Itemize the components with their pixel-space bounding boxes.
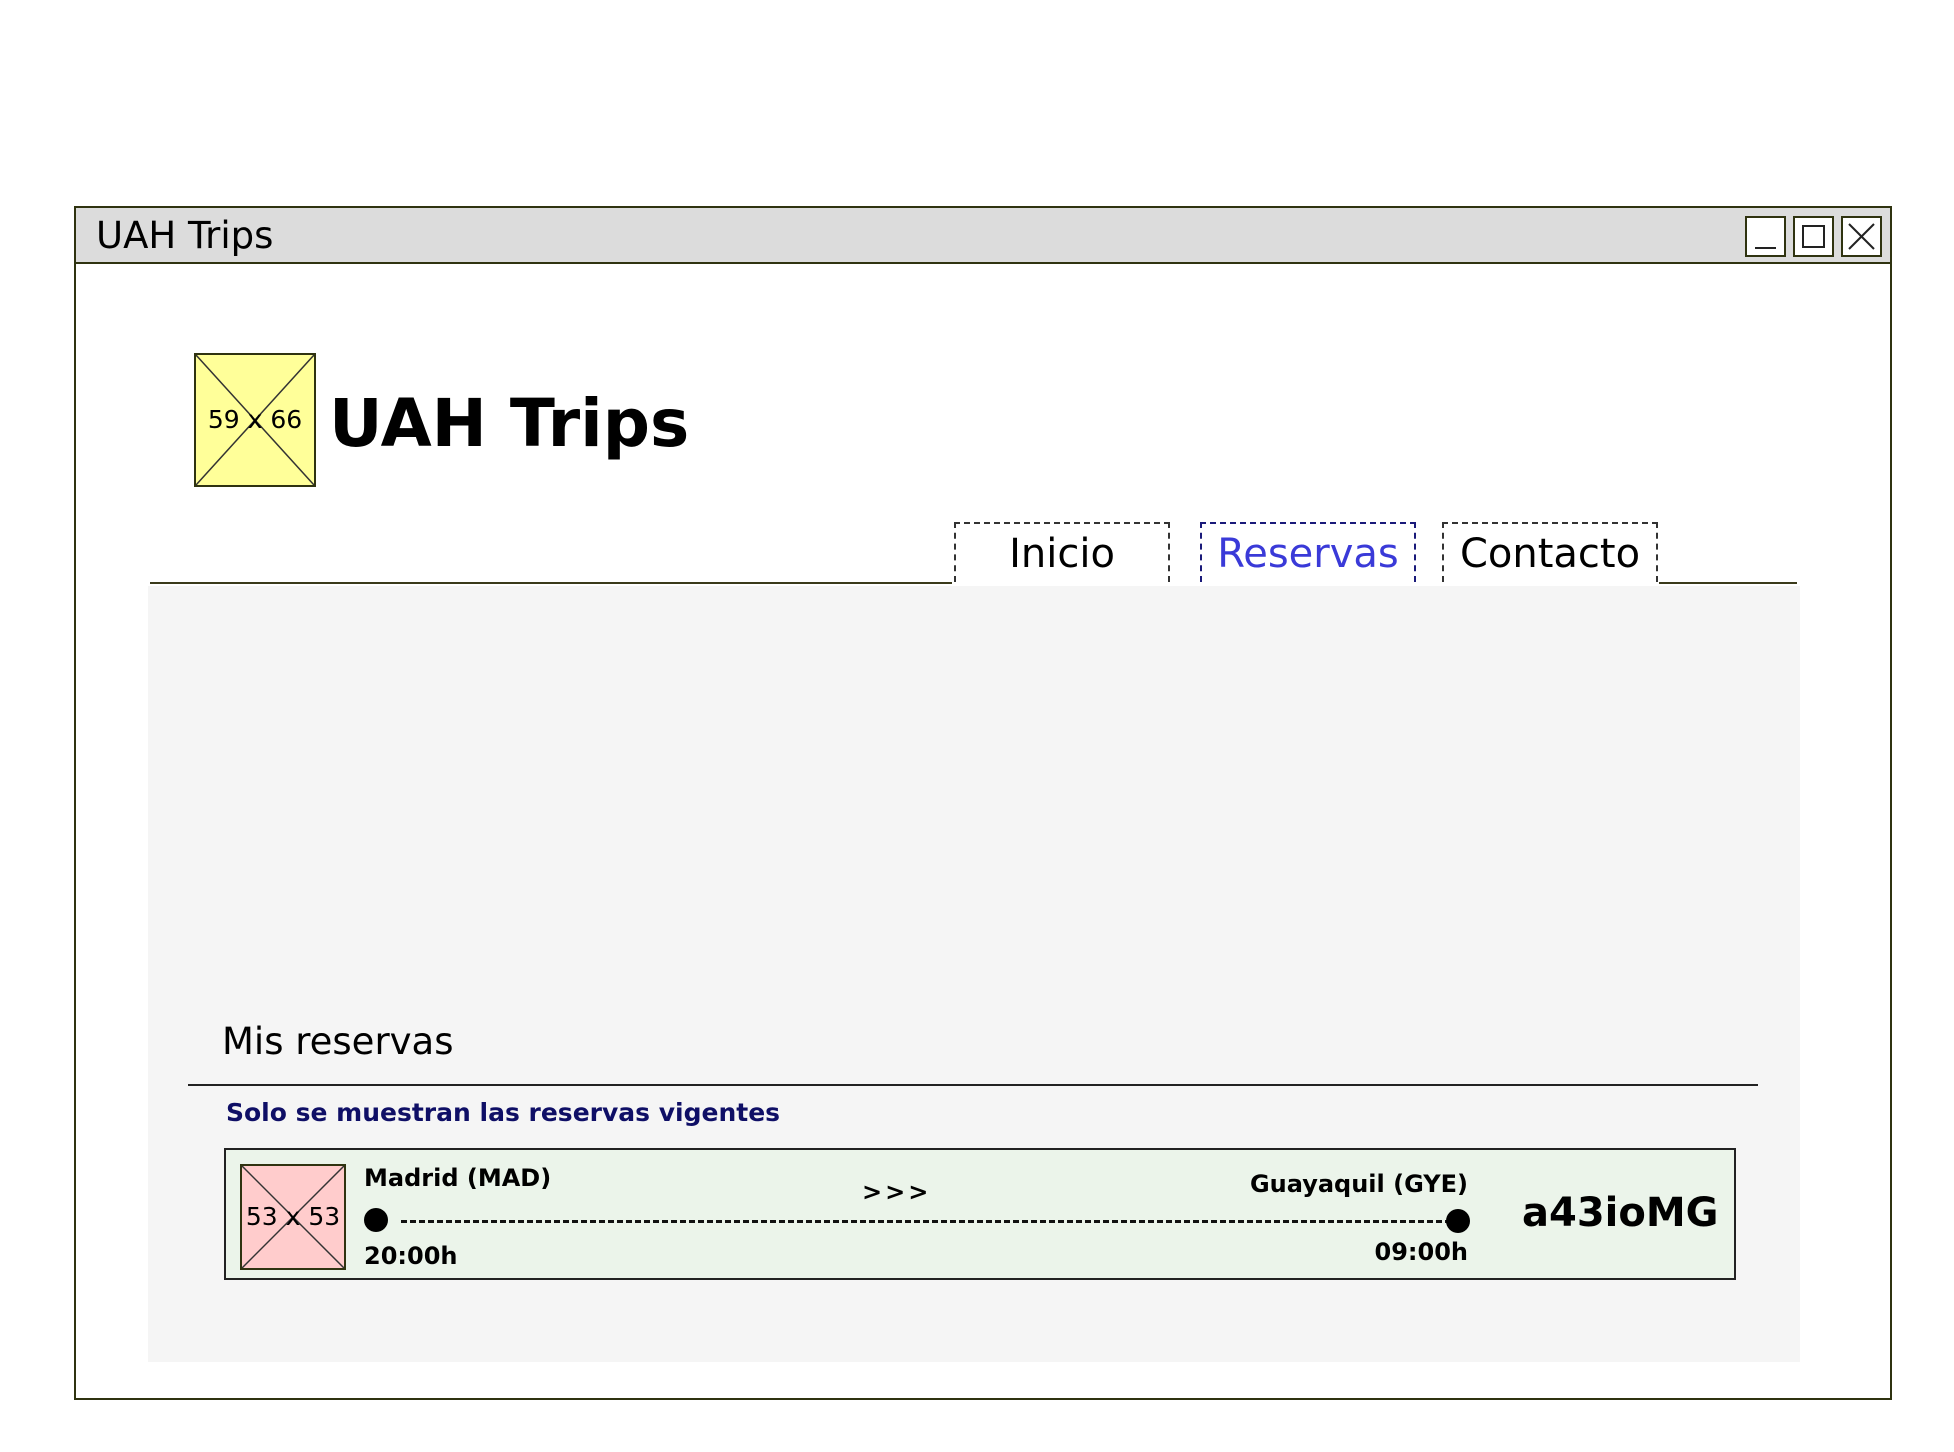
- origin-dot: [364, 1208, 388, 1232]
- tab-reservas-label: Reservas: [1217, 531, 1399, 577]
- reservation-code: a43ioMG: [1522, 1190, 1719, 1236]
- tab-inicio[interactable]: Inicio: [954, 522, 1170, 582]
- close-icon[interactable]: [1841, 216, 1882, 257]
- reservation-card[interactable]: 53 x 53 Madrid (MAD) 20:00h >>> Guayaqui…: [224, 1148, 1736, 1280]
- window-title: UAH Trips: [96, 214, 274, 257]
- reservation-image-placeholder: 53 x 53: [240, 1164, 346, 1270]
- content-panel: Mis reservas Solo se muestran las reserv…: [148, 586, 1800, 1362]
- page-title: Mis reservas: [222, 1020, 454, 1063]
- origin-label: Madrid (MAD): [364, 1164, 552, 1192]
- title-underline: [188, 1084, 1758, 1086]
- destination-label: Guayaquil (GYE): [1249, 1170, 1468, 1198]
- tab-reservas[interactable]: Reservas: [1200, 522, 1416, 582]
- direction-arrows: >>>: [862, 1178, 932, 1206]
- nav-divider-left: [150, 582, 952, 584]
- minimize-icon[interactable]: [1745, 216, 1786, 257]
- brand-title: UAH Trips: [329, 385, 690, 462]
- info-note: Solo se muestran las reservas vigentes: [226, 1098, 781, 1127]
- app-window: UAH Trips 59 x 66 UAH Trips Inicio Reser…: [74, 206, 1892, 1400]
- arrival-time: 09:00h: [1374, 1238, 1468, 1266]
- window-titlebar[interactable]: UAH Trips: [76, 208, 1890, 264]
- maximize-icon[interactable]: [1793, 216, 1834, 257]
- route-line: [401, 1220, 1469, 1223]
- destination-dot: [1446, 1209, 1470, 1233]
- tab-inicio-label: Inicio: [1009, 531, 1115, 577]
- logo-placeholder-label: 59 x 66: [207, 405, 303, 434]
- reservation-image-label: 53 x 53: [245, 1202, 341, 1231]
- logo-placeholder: 59 x 66: [194, 353, 316, 487]
- nav-divider-right: [1659, 582, 1797, 584]
- departure-time: 20:00h: [364, 1242, 458, 1270]
- tab-contacto-label: Contacto: [1459, 531, 1641, 577]
- tab-contacto[interactable]: Contacto: [1442, 522, 1658, 582]
